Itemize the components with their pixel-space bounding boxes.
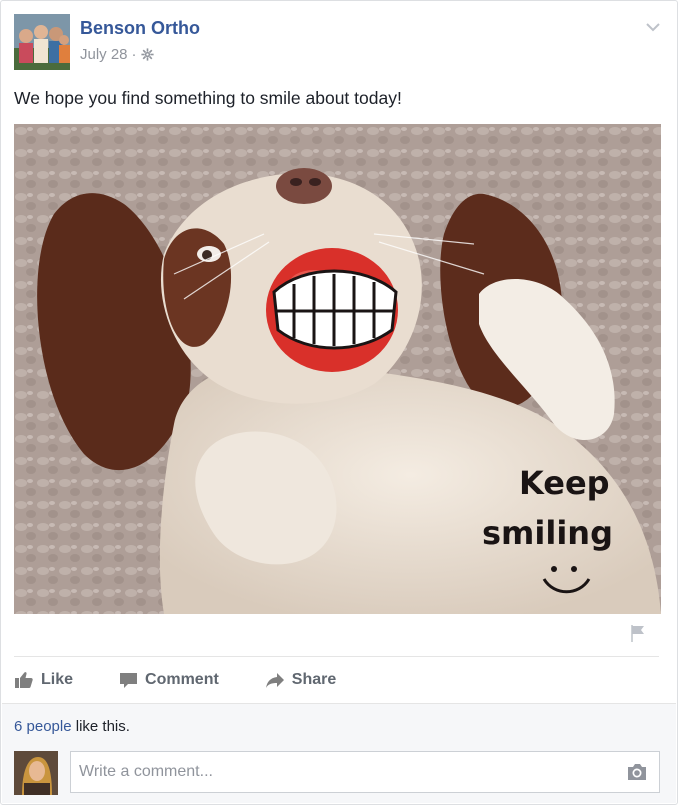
comment-bubble-icon — [120, 672, 138, 688]
thumbs-up-icon — [15, 672, 33, 688]
report-flag-icon[interactable] — [628, 623, 648, 643]
likes-people-link[interactable]: 6 people — [14, 718, 72, 735]
page-avatar[interactable] — [14, 14, 70, 70]
dog-photo: Keep smiling — [14, 124, 661, 614]
post-photo[interactable]: Keep smiling — [14, 124, 661, 614]
share-arrow-icon — [265, 672, 284, 688]
share-label: Share — [291, 671, 337, 688]
divider — [14, 656, 659, 657]
caption-line-1: Keep — [519, 464, 610, 502]
avatar-photo — [14, 14, 70, 70]
post-footer: 6 people like this. — [2, 703, 676, 803]
chevron-down-icon[interactable] — [644, 18, 662, 36]
post-card: Benson Ortho July 28 · We hope you find … — [0, 0, 678, 805]
post-text: We hope you find something to smile abou… — [14, 88, 402, 108]
post-date[interactable]: July 28 — [80, 46, 128, 63]
like-label: Like — [41, 671, 74, 688]
camera-icon[interactable] — [626, 762, 648, 782]
caption-line-2: smiling — [482, 514, 613, 552]
comment-input[interactable] — [70, 751, 660, 793]
post-header: Benson Ortho July 28 · — [14, 14, 664, 72]
action-bar: Like Comment Share — [14, 661, 382, 699]
commenter-photo — [14, 751, 58, 795]
commenter-avatar[interactable] — [14, 751, 58, 795]
gear-globe-icon[interactable] — [140, 48, 154, 61]
comment-label: Comment — [145, 671, 219, 688]
post-meta: July 28 · — [80, 46, 154, 63]
likes-summary: 6 people like this. — [14, 718, 130, 735]
author-name[interactable]: Benson Ortho — [80, 18, 200, 39]
comment-button[interactable]: Comment — [119, 671, 219, 689]
like-button[interactable]: Like — [14, 671, 73, 689]
share-button[interactable]: Share — [265, 671, 336, 689]
likes-suffix: like this. — [71, 718, 130, 735]
meta-separator: · — [131, 46, 137, 63]
